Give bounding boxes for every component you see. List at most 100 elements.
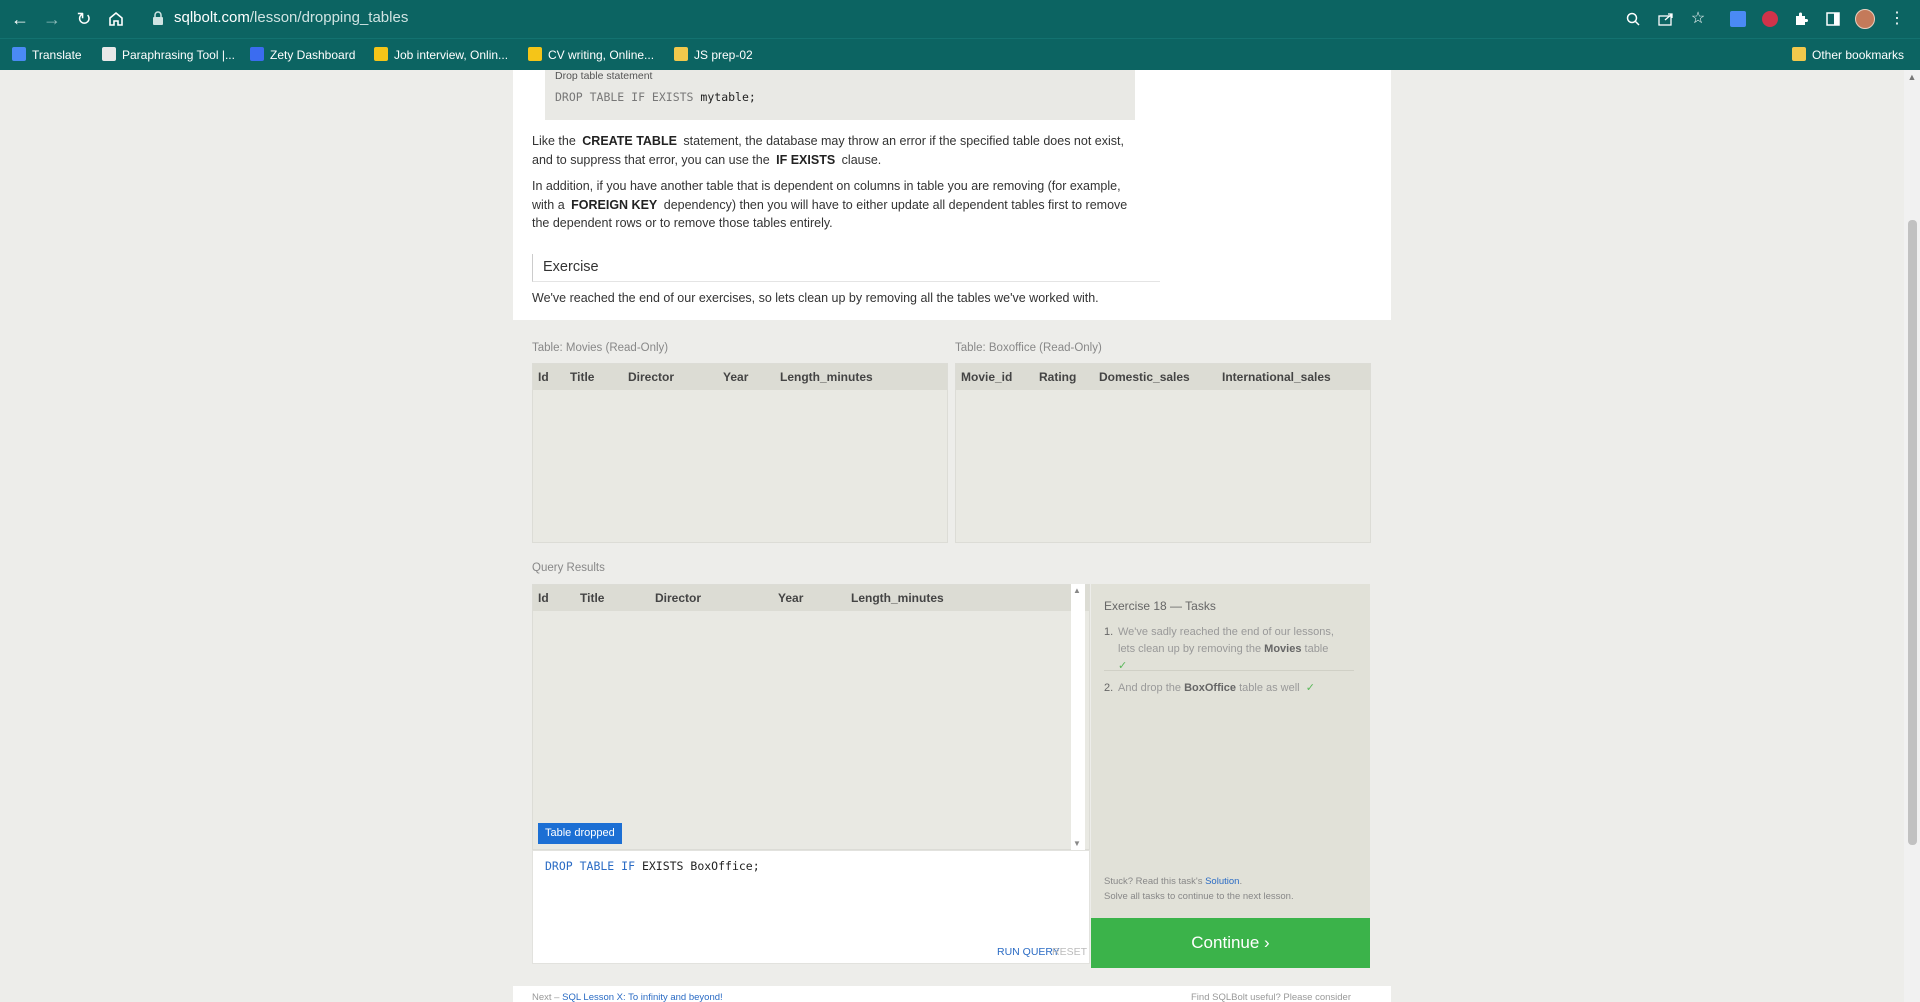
google-translate-icon[interactable] (1726, 7, 1750, 31)
lock-icon (153, 11, 163, 25)
task-text-pre: We've sadly reached the end of our lesso… (1118, 626, 1334, 655)
back-icon[interactable]: ← (8, 7, 32, 31)
zety-icon (250, 47, 264, 61)
task-number: 2. (1104, 682, 1114, 694)
text: with a (532, 197, 565, 212)
support-text: Find SQLBolt useful? Please consider (1191, 992, 1352, 1002)
task-table-name: Movies (1264, 643, 1302, 655)
bookmark-label: JS prep-02 (694, 48, 753, 62)
side-panel-icon[interactable] (1821, 7, 1845, 31)
column-header: Domestic_sales (1099, 370, 1190, 384)
solution-link[interactable]: Solution (1205, 876, 1239, 887)
column-header: International_sales (1222, 370, 1331, 384)
bookmark-cv-writing[interactable]: CV writing, Online... (528, 39, 654, 71)
task-table-name: BoxOffice (1184, 682, 1237, 694)
keyword-create-table: CREATE TABLE (582, 134, 677, 148)
solve-all-text: Solve all tasks to continue to the next … (1104, 891, 1294, 902)
paragraph-foreign-key: In addition, if you have another table t… (532, 177, 1162, 233)
footer-text: Next – (532, 992, 560, 1002)
sql-editor[interactable]: DROP TABLE IF EXISTS BoxOffice; RUN QUER… (532, 850, 1090, 964)
status-badge: Table dropped (538, 823, 622, 844)
text: In addition, if you have another table t… (532, 179, 1121, 193)
column-header: Title (570, 370, 595, 384)
keyword-foreign-key: FOREIGN KEY (571, 197, 658, 212)
exercise-title: Exercise (543, 259, 599, 275)
table-header-row: Movie_id Rating Domestic_sales Internati… (956, 364, 1370, 390)
zoom-icon[interactable] (1621, 7, 1645, 31)
bookmark-label: CV writing, Online... (548, 48, 655, 62)
adblock-icon[interactable] (1758, 7, 1782, 31)
forward-icon[interactable]: → (40, 7, 64, 31)
table-header-row: Id Title Director Year Length_minutes (533, 364, 947, 390)
url-domain: sqlbolt.com (174, 9, 250, 26)
next-lesson-link[interactable]: SQL Lesson X: To infinity and beyond! (562, 992, 723, 1002)
query-results-label: Query Results (532, 562, 605, 574)
lesson-footer: Next – SQL Lesson X: To infinity and bey… (513, 986, 1391, 1002)
stuck-text: . (1239, 876, 1243, 887)
bookmark-label: Zety Dashboard (270, 48, 356, 62)
text: clause. (841, 152, 882, 167)
reload-icon[interactable]: ↻ (72, 7, 96, 31)
column-header: Title (580, 591, 605, 605)
scroll-down-icon[interactable]: ▼ (1073, 839, 1081, 848)
sql-rest: EXISTS BoxOffice; (635, 859, 760, 873)
bookmark-js-prep[interactable]: JS prep-02 (674, 39, 753, 71)
browser-toolbar: ← → ↻ sqlbolt.com/lesson/dropping_tables… (0, 0, 1920, 38)
tasks-panel: Exercise 18 — Tasks 1. We've sadly reach… (1091, 584, 1370, 918)
page-viewport: Drop table statement DROP TABLE IF EXIST… (0, 70, 1904, 1002)
paragraph-if-exists: Like the CREATE TABLE statement, the dat… (532, 132, 1162, 169)
quill-icon (102, 47, 116, 61)
exercise-heading: Exercise (532, 254, 1160, 282)
check-icon: ✓ (1305, 682, 1315, 694)
boxoffice-table-label: Table: Boxoffice (Read-Only) (955, 342, 1102, 354)
query-results-table: Id Title Director Year Length_minutes (532, 584, 1090, 850)
bookmark-translate[interactable]: Translate (12, 39, 82, 71)
home-icon[interactable] (104, 7, 128, 31)
lesson-container: Drop table statement DROP TABLE IF EXIST… (513, 70, 1391, 1002)
bookmark-label: Paraphrasing Tool |... (122, 48, 235, 62)
scroll-up-icon[interactable]: ▲ (1073, 586, 1081, 595)
column-header: Id (538, 591, 549, 605)
bookmark-paraphrasing[interactable]: Paraphrasing Tool |... (102, 39, 235, 71)
menu-kebab-icon[interactable]: ⋮ (1885, 7, 1909, 31)
folder-icon (1792, 47, 1806, 61)
address-bar[interactable]: sqlbolt.com/lesson/dropping_tables (174, 9, 408, 26)
code-example: Drop table statement DROP TABLE IF EXIST… (545, 70, 1135, 120)
column-header: Rating (1039, 370, 1077, 384)
lesson-text-area: Drop table statement DROP TABLE IF EXIST… (513, 70, 1391, 320)
sql-editor-text[interactable]: DROP TABLE IF EXISTS BoxOffice; (545, 859, 760, 873)
task-text-post: table (1304, 643, 1329, 655)
table-header-row: Id Title Director Year Length_minutes (533, 585, 1089, 611)
task-divider (1104, 670, 1354, 671)
tasks-title: Exercise 18 — Tasks (1104, 599, 1216, 613)
scrollbar-thumb[interactable] (1908, 220, 1917, 845)
share-icon[interactable] (1654, 7, 1678, 31)
column-header: Length_minutes (851, 591, 944, 605)
run-query-button[interactable]: RUN QUERY (997, 946, 1060, 958)
exercise-area: Table: Movies (Read-Only) Id Title Direc… (513, 320, 1391, 986)
column-header: Director (655, 591, 702, 605)
bookmarks-bar: Translate Paraphrasing Tool |... Zety Da… (0, 38, 1920, 70)
results-scrollbar[interactable]: ▲ ▼ (1071, 584, 1085, 850)
column-header: Movie_id (961, 370, 1013, 384)
text: the dependent rows or to remove those ta… (532, 216, 833, 230)
next-lesson-text: Next – SQL Lesson X: To infinity and bey… (532, 992, 723, 1002)
task-text: And drop the BoxOffice table as well ✓ (1118, 680, 1352, 697)
sql-keywords: DROP TABLE IF (545, 859, 636, 873)
bookmark-zety[interactable]: Zety Dashboard (250, 39, 355, 71)
text: Like the (532, 134, 576, 148)
stuck-hint: Stuck? Read this task's Solution. Solve … (1104, 874, 1294, 904)
reset-button[interactable]: RESET (1052, 946, 1087, 958)
scroll-up-icon[interactable]: ▲ (1907, 72, 1917, 82)
continue-button[interactable]: Continue › (1091, 918, 1370, 968)
bookmark-label: Translate (32, 48, 82, 62)
job-icon (374, 47, 388, 61)
avatar[interactable] (1853, 7, 1877, 31)
boxoffice-table: Movie_id Rating Domestic_sales Internati… (955, 363, 1371, 543)
extensions-icon[interactable] (1789, 7, 1813, 31)
stuck-text: Stuck? Read this task's (1104, 876, 1203, 887)
bookmark-other[interactable]: Other bookmarks (1792, 39, 1904, 71)
cv-icon (528, 47, 542, 61)
bookmark-star-icon[interactable]: ☆ (1686, 7, 1710, 31)
bookmark-job-interview[interactable]: Job interview, Onlin... (374, 39, 508, 71)
